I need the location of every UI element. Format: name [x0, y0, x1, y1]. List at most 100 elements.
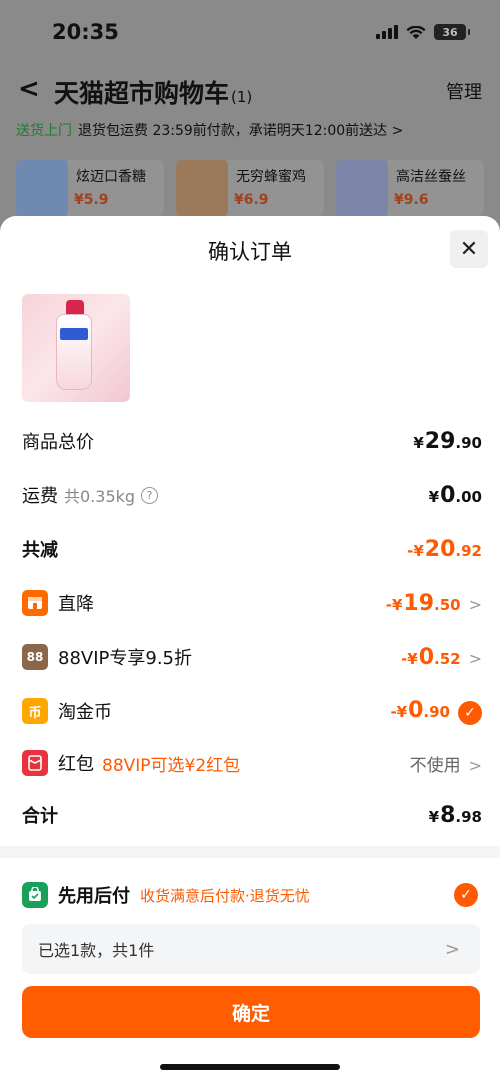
red-packet-value: 不使用 > — [410, 751, 482, 776]
store-icon — [22, 590, 48, 616]
chevron-right-icon: > — [444, 938, 460, 960]
shipping-row: 运费 共0.35kg? ¥0.00 — [22, 480, 482, 510]
vip-discount-label: 88 88VIP专享9.5折 — [22, 644, 192, 670]
selected-items-summary[interactable]: 已选1款，共1件 > — [22, 924, 480, 974]
price-int: 20 — [424, 536, 456, 562]
product-bottle — [56, 314, 92, 390]
price-int: 29 — [424, 428, 456, 454]
discount-label: 共减 — [22, 540, 58, 561]
delivery-tag: 送货上门 — [16, 123, 72, 139]
shipping-value: ¥0.00 — [429, 483, 482, 508]
price-int: 8 — [440, 802, 456, 828]
product-image[interactable] — [22, 294, 130, 402]
coin-label: 币淘金币 — [22, 698, 112, 724]
price-dec: .98 — [455, 807, 482, 826]
battery-icon: 36 — [434, 24, 470, 40]
cart-title: 天猫超市购物车 (1) — [54, 74, 252, 110]
wifi-icon — [406, 25, 426, 39]
close-button[interactable]: ✕ — [450, 230, 488, 268]
chevron-right-icon: > — [468, 648, 482, 668]
rec-name: 炫迈口香糖 — [76, 169, 146, 185]
discount-value: -¥ 20.92 — [407, 537, 482, 562]
rec-price: ¥5.9 — [74, 192, 109, 208]
help-icon[interactable]: ? — [141, 486, 159, 504]
rec-product-image — [336, 160, 388, 216]
cart-header: < 天猫超市购物车 (1) 管理 — [0, 70, 500, 110]
currency: ¥ — [428, 487, 440, 506]
price-dec: .92 — [455, 541, 482, 560]
subtotal-label: 商品总价 — [22, 432, 94, 453]
signal-icon — [376, 25, 398, 39]
subtotal-value: ¥29.90 — [413, 429, 482, 454]
vip-88-icon: 88 — [22, 644, 48, 670]
red-packet-status: 不使用 — [409, 755, 461, 776]
shipping-label: 运费 共0.35kg? — [22, 482, 159, 508]
cart-title-text: 天猫超市购物车 — [54, 79, 230, 108]
rec-card[interactable]: 高洁丝蚕丝 ¥9.6 — [336, 160, 484, 216]
coin-icon: 币 — [22, 698, 48, 724]
shipping-weight: 共0.35kg — [64, 487, 136, 506]
section-divider — [0, 846, 500, 858]
pay-later-icon — [22, 882, 48, 908]
price-dec: .52 — [434, 649, 461, 668]
red-packet-row[interactable]: 红包 88VIP可选¥2红包 不使用 > — [22, 748, 482, 778]
vip-discount-value: -¥ 0.52 > — [401, 645, 482, 670]
confirm-button[interactable]: 确定 — [22, 986, 480, 1038]
red-packet-icon — [22, 750, 48, 776]
price-int: 0 — [408, 697, 424, 723]
total-label: 合计 — [22, 806, 58, 827]
currency: -¥ — [385, 595, 403, 614]
rec-price: ¥9.6 — [394, 192, 429, 208]
price-dec: .90 — [455, 433, 482, 452]
coin-row[interactable]: 币淘金币 -¥ 0.90 ✓ — [22, 696, 482, 726]
check-icon[interactable]: ✓ — [458, 700, 482, 725]
direct-discount-row[interactable]: 直降 -¥ 19.50 > — [22, 588, 482, 618]
close-icon: ✕ — [459, 236, 479, 262]
rec-price: ¥6.9 — [234, 192, 269, 208]
rec-name: 高洁丝蚕丝 — [396, 169, 466, 185]
rec-card[interactable]: 无穷蜂蜜鸡 ¥6.9 — [176, 160, 324, 216]
rec-name: 无穷蜂蜜鸡 — [236, 169, 306, 185]
status-bar: 20:35 36 — [0, 0, 500, 62]
price-int: 19 — [403, 590, 435, 616]
cart-count: (1) — [231, 88, 253, 106]
delivery-info[interactable]: 送货上门 退货包运费 23:59前付款，承诺明天12:00前送达 > — [16, 120, 403, 140]
rec-product-image — [16, 160, 68, 216]
coin-label-text: 淘金币 — [58, 702, 112, 723]
rec-card[interactable]: 炫迈口香糖 ¥5.9 — [16, 160, 164, 216]
red-packet-label: 红包 88VIP可选¥2红包 — [22, 750, 240, 776]
status-icons: 36 — [376, 24, 470, 40]
direct-discount-value: -¥ 19.50 > — [386, 591, 482, 616]
shipping-label-text: 运费 — [22, 486, 58, 507]
manage-button[interactable]: 管理 — [446, 78, 482, 104]
selected-items-text: 已选1款，共1件 — [38, 941, 155, 960]
red-packet-promo: 88VIP可选¥2红包 — [102, 755, 241, 776]
vip-discount-row[interactable]: 88 88VIP专享9.5折 -¥ 0.52 > — [22, 642, 482, 672]
currency: ¥ — [428, 807, 440, 826]
price-int: 0 — [440, 482, 456, 508]
total-row: 合计 ¥8.98 — [22, 800, 482, 830]
price-dec: .50 — [434, 595, 461, 614]
direct-label-text: 直降 — [58, 594, 94, 615]
vip-label-text: 88VIP专享9.5折 — [58, 648, 193, 669]
back-icon[interactable]: < — [18, 74, 40, 104]
pay-later-row[interactable]: 先用后付 收货满意后付款·退货无忧 ✓ — [22, 880, 482, 910]
coin-value: -¥ 0.90 ✓ — [390, 698, 482, 725]
currency: -¥ — [407, 541, 424, 560]
price-dec: .00 — [455, 487, 482, 506]
pay-later-check-icon[interactable]: ✓ — [454, 883, 478, 907]
confirm-order-sheet: 确认订单 ✕ 商品总价 ¥29.90 运费 共0.35kg? ¥0.00 共减 -… — [0, 216, 500, 1082]
chevron-right-icon: > — [468, 755, 482, 775]
discount-row: 共减 -¥ 20.92 — [22, 534, 482, 564]
delivery-text: 退货包运费 23:59前付款，承诺明天12:00前送达 > — [78, 123, 404, 139]
currency: -¥ — [390, 702, 408, 721]
currency: -¥ — [401, 649, 418, 668]
total-value: ¥8.98 — [429, 803, 482, 828]
direct-discount-label: 直降 — [22, 590, 94, 616]
home-indicator — [160, 1064, 340, 1070]
rec-product-image — [176, 160, 228, 216]
price-dec: .90 — [423, 702, 450, 721]
sheet-title: 确认订单 — [208, 240, 292, 264]
product-label — [60, 328, 88, 340]
currency: ¥ — [413, 433, 424, 452]
